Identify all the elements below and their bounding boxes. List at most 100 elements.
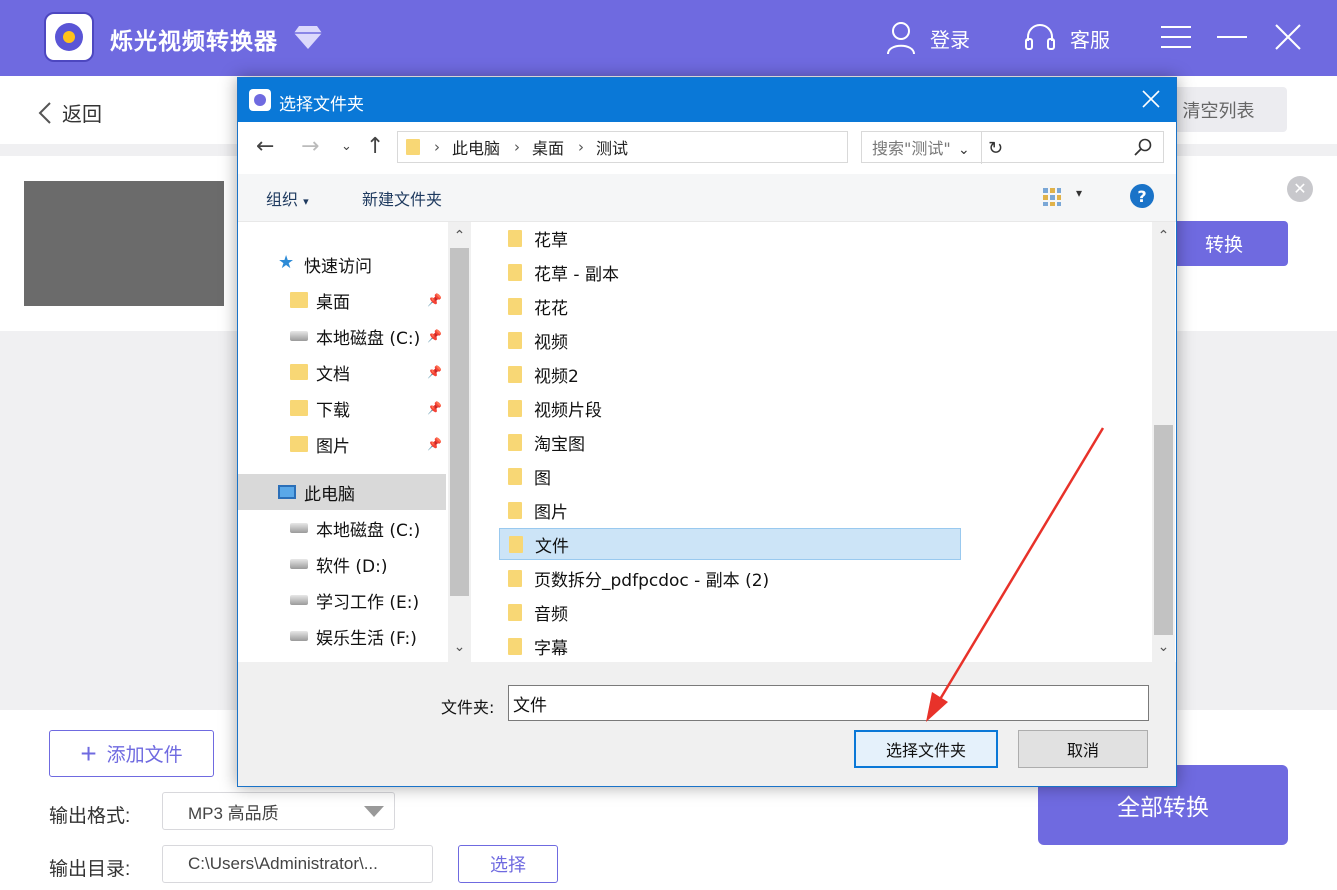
nav-scrollbar[interactable]: ⌃ ⌄	[448, 222, 471, 662]
breadcrumb-separator-icon: ›	[578, 138, 585, 156]
help-icon[interactable]: ?	[1130, 184, 1154, 208]
new-folder-button[interactable]: 新建文件夹	[362, 186, 442, 210]
nav-item-drive-e[interactable]: 学习工作 (E:)	[238, 582, 446, 618]
dropdown-caret-icon	[364, 806, 384, 817]
diamond-vip-icon[interactable]	[293, 24, 323, 50]
nav-item-drive-f[interactable]: 娱乐生活 (F:)	[238, 618, 446, 654]
folder-item[interactable]: 视频	[499, 324, 961, 356]
folder-item[interactable]: 图	[499, 460, 961, 492]
menu-button[interactable]	[1156, 18, 1196, 56]
nav-label: 下载	[316, 400, 350, 421]
nav-label: 文档	[316, 364, 350, 385]
folder-item-selected[interactable]: 文件	[499, 528, 961, 560]
folder-name: 音频	[534, 604, 568, 625]
scroll-up-icon[interactable]: ⌃	[448, 225, 471, 247]
recent-chevron-down-icon[interactable]: ⌄	[341, 139, 352, 154]
plus-icon: +	[80, 737, 97, 769]
dialog-title: 选择文件夹	[279, 95, 364, 115]
dialog-app-icon	[249, 89, 271, 111]
folder-icon	[508, 433, 522, 451]
pin-icon[interactable]: 📌	[427, 401, 442, 415]
app-title: 烁光视频转换器	[110, 28, 278, 54]
nav-item-desktop[interactable]: 桌面 📌	[238, 282, 446, 318]
folder-icon	[406, 139, 420, 155]
video-thumbnail	[24, 181, 224, 306]
breadcrumb-item[interactable]: 桌面	[532, 135, 564, 159]
nav-item-downloads[interactable]: 下载 📌	[238, 390, 446, 426]
back-button[interactable]: 返回	[36, 98, 102, 127]
breadcrumb-item[interactable]: 此电脑	[452, 135, 500, 159]
convert-button[interactable]: 转换	[1160, 221, 1288, 266]
folder-item[interactable]: 页数拆分_pdfpcdoc - 副本 (2)	[499, 562, 961, 594]
nav-item-documents[interactable]: 文档 📌	[238, 354, 446, 390]
folder-item[interactable]: 花花	[499, 290, 961, 322]
scroll-down-icon[interactable]: ⌄	[448, 636, 471, 658]
output-dir-field[interactable]: C:\Users\Administrator\...	[162, 845, 433, 883]
nav-item-drive-d[interactable]: 软件 (D:)	[238, 546, 446, 582]
customer-service-button[interactable]: 客服	[1024, 18, 1110, 58]
remove-file-icon[interactable]: ✕	[1287, 176, 1313, 202]
output-dir-label: 输出目录:	[49, 859, 131, 880]
folder-item[interactable]: 字幕	[499, 630, 961, 662]
scroll-down-icon[interactable]: ⌄	[1152, 636, 1175, 658]
file-scroll-thumb[interactable]	[1154, 425, 1173, 635]
cancel-button[interactable]: 取消	[1018, 730, 1148, 768]
folder-icon	[508, 229, 522, 247]
nav-item-pictures[interactable]: 图片 📌	[238, 426, 446, 462]
folder-name: 字幕	[534, 638, 568, 659]
add-file-button[interactable]: + 添加文件	[49, 730, 214, 777]
login-button[interactable]: 登录	[886, 18, 970, 58]
folder-name: 视频2	[534, 366, 579, 387]
folder-name-value: 文件	[513, 695, 547, 716]
close-icon	[1275, 24, 1301, 50]
select-folder-button[interactable]: 选择文件夹	[854, 730, 998, 768]
dialog-close-icon[interactable]	[1140, 88, 1162, 110]
pin-icon[interactable]: 📌	[427, 365, 442, 379]
navigation-pane: ★ 快速访问 桌面 📌 本地磁盘 (C:) 📌 文档 📌 下载 📌 图片 📌 此电脑 本地磁…	[238, 222, 448, 662]
back-arrow-icon[interactable]: ←	[256, 134, 274, 159]
folder-icon	[509, 535, 523, 553]
close-app-button[interactable]	[1268, 18, 1308, 56]
pin-icon[interactable]: 📌	[427, 293, 442, 307]
folder-name-input[interactable]: 文件	[508, 685, 1149, 721]
view-caret-down-icon[interactable]: ▾	[1076, 186, 1082, 200]
folder-icon	[508, 501, 522, 519]
minimize-icon	[1217, 36, 1247, 38]
output-format-select[interactable]: MP3 高品质	[162, 792, 395, 830]
organize-menu[interactable]: 组织 ▾	[266, 186, 309, 210]
folder-item[interactable]: 花草 - 副本	[499, 256, 961, 288]
nav-label: 学习工作 (E:)	[316, 592, 420, 613]
forward-arrow-icon[interactable]: →	[301, 134, 319, 159]
file-scrollbar[interactable]: ⌃ ⌄	[1152, 222, 1175, 662]
nav-item-local-disk-c[interactable]: 本地磁盘 (C:) 📌	[238, 318, 446, 354]
nav-item-drive-c[interactable]: 本地磁盘 (C:)	[238, 510, 446, 546]
folder-name: 花草	[534, 230, 568, 251]
choose-label: 选择	[490, 855, 526, 875]
login-label: 登录	[930, 29, 970, 52]
folder-name: 淘宝图	[534, 434, 585, 455]
folder-item[interactable]: 花草	[499, 222, 961, 254]
folder-item[interactable]: 淘宝图	[499, 426, 961, 458]
breadcrumb-item[interactable]: 测试	[596, 135, 628, 159]
up-arrow-icon[interactable]: ↑	[366, 134, 384, 159]
new-folder-label: 新建文件夹	[362, 190, 443, 209]
pin-icon[interactable]: 📌	[427, 437, 442, 451]
pin-icon[interactable]: 📌	[427, 329, 442, 343]
output-dir-value: C:\Users\Administrator\...	[188, 854, 378, 873]
folder-item[interactable]: 视频片段	[499, 392, 961, 424]
folder-name: 图片	[534, 502, 568, 523]
folder-item[interactable]: 视频2	[499, 358, 961, 390]
address-bar[interactable]: › 此电脑 › 桌面 › 测试 ⌄ ↻	[397, 131, 1003, 164]
choose-dir-button[interactable]: 选择	[458, 845, 558, 883]
nav-item-this-pc[interactable]: 此电脑	[238, 474, 446, 510]
nav-scroll-thumb[interactable]	[450, 248, 469, 596]
scroll-up-icon[interactable]: ⌃	[1152, 225, 1175, 247]
minimize-button[interactable]	[1212, 18, 1252, 56]
search-input[interactable]: 搜索"测试"	[861, 131, 1164, 163]
folder-item[interactable]: 图片	[499, 494, 961, 526]
folder-item[interactable]: 音频	[499, 596, 961, 628]
folder-icon	[508, 263, 522, 281]
nav-quick-access[interactable]: ★ 快速访问	[238, 246, 446, 282]
nav-label: 此电脑	[304, 484, 355, 505]
view-mode-icon[interactable]	[1042, 187, 1062, 207]
